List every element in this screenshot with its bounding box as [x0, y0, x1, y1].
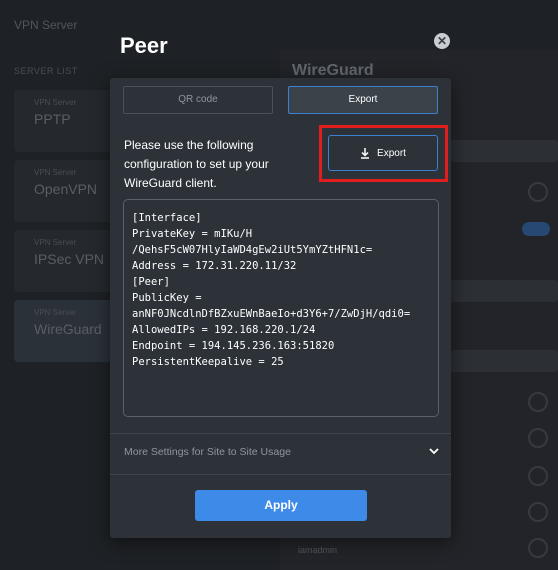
apply-button[interactable]: Apply [195, 490, 367, 521]
instructions-text: Please use the following configuration t… [124, 138, 269, 190]
close-icon[interactable]: ✕ [434, 33, 450, 49]
tab-qr-code[interactable]: QR code [123, 86, 273, 114]
divider [110, 474, 451, 475]
chevron-down-icon[interactable] [428, 445, 440, 457]
config-textarea[interactable]: [Interface] PrivateKey = mIKu/H /QehsF5c… [123, 199, 439, 417]
divider [110, 433, 451, 434]
peer-modal: QR code Export Please use the following … [110, 78, 451, 538]
highlight-box [319, 125, 448, 182]
tab-export[interactable]: Export [288, 86, 438, 114]
modal-title: Peer [120, 33, 168, 58]
more-settings-label[interactable]: More Settings for Site to Site Usage [124, 446, 291, 458]
